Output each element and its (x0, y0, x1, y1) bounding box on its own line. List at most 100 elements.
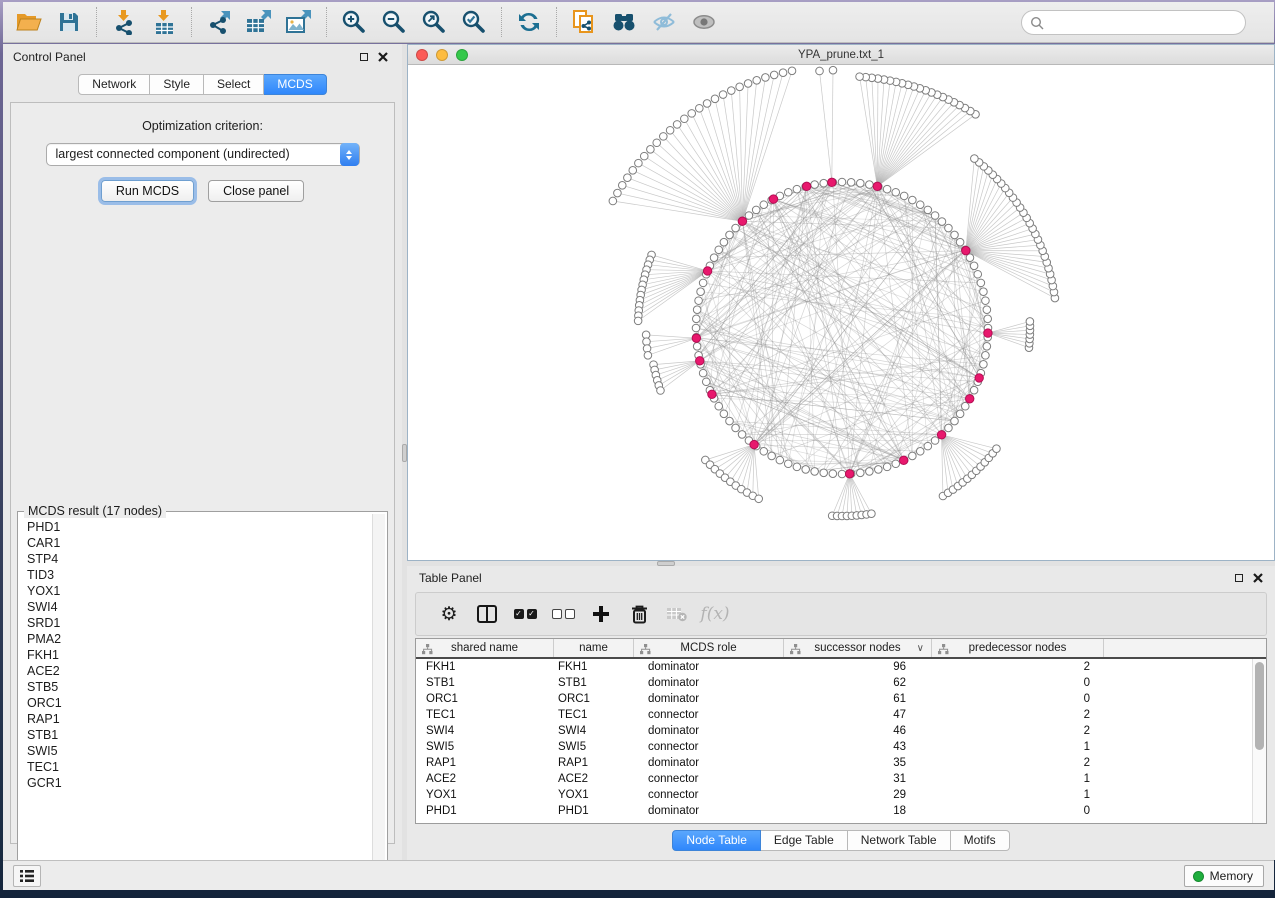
cell-mcds-role[interactable]: connector (634, 787, 784, 803)
cell-successor-nodes[interactable]: 96 (784, 659, 932, 675)
mcds-result-item[interactable]: PMA2 (27, 631, 372, 647)
network-documents-button[interactable] (564, 6, 604, 38)
export-image-button[interactable] (279, 6, 319, 38)
cell-shared-name[interactable]: RAP1 (416, 755, 554, 771)
cell-mcds-role[interactable]: connector (634, 739, 784, 755)
table-header-cell[interactable]: MCDS role (634, 639, 784, 657)
table-tab[interactable]: Node Table (672, 830, 761, 851)
close-panel-icon[interactable] (1253, 573, 1263, 583)
table-row[interactable]: RAP1 RAP1 dominator 35 2 (416, 755, 1252, 771)
mcds-result-item[interactable]: SRD1 (27, 615, 372, 631)
export-table-button[interactable] (239, 6, 279, 38)
cell-mcds-role[interactable]: dominator (634, 675, 784, 691)
network-canvas[interactable] (408, 65, 1274, 560)
cell-name[interactable]: SWI5 (554, 739, 634, 755)
zoom-selected-button[interactable] (454, 6, 494, 38)
float-panel-icon[interactable] (1235, 574, 1243, 582)
cell-predecessor-nodes[interactable]: 1 (932, 739, 1104, 755)
table-row[interactable]: STB1 STB1 dominator 62 0 (416, 675, 1252, 691)
open-file-button[interactable] (9, 6, 49, 38)
cell-predecessor-nodes[interactable]: 2 (932, 707, 1104, 723)
mcds-result-item[interactable]: STB5 (27, 679, 372, 695)
cell-name[interactable]: STB1 (554, 675, 634, 691)
search-binoculars-button[interactable] (604, 6, 644, 38)
select-all-columns-button[interactable]: ✓✓ (506, 596, 544, 632)
cell-mcds-role[interactable]: connector (634, 707, 784, 723)
scrollbar-thumb[interactable] (1255, 662, 1264, 750)
table-header-cell[interactable]: name (554, 639, 634, 657)
table-row[interactable]: SWI4 SWI4 dominator 46 2 (416, 723, 1252, 739)
zoom-in-button[interactable] (334, 6, 374, 38)
export-network-button[interactable] (199, 6, 239, 38)
cell-shared-name[interactable]: FKH1 (416, 659, 554, 675)
cell-name[interactable]: TEC1 (554, 707, 634, 723)
cell-predecessor-nodes[interactable]: 0 (932, 803, 1104, 819)
mcds-result-item[interactable]: SWI4 (27, 599, 372, 615)
search-input[interactable] (1021, 10, 1246, 35)
add-column-button[interactable] (582, 596, 620, 632)
mcds-result-item[interactable]: TEC1 (27, 759, 372, 775)
table-row[interactable]: FKH1 FKH1 dominator 96 2 (416, 659, 1252, 675)
cell-mcds-role[interactable]: dominator (634, 755, 784, 771)
mcds-result-item[interactable]: RAP1 (27, 711, 372, 727)
cell-successor-nodes[interactable]: 29 (784, 787, 932, 803)
control-panel-tab[interactable]: Select (204, 74, 264, 95)
task-history-button[interactable] (13, 865, 41, 887)
cell-shared-name[interactable]: SWI4 (416, 723, 554, 739)
zoom-fit-button[interactable] (414, 6, 454, 38)
mcds-result-item[interactable]: ORC1 (27, 695, 372, 711)
delete-table-button[interactable] (658, 596, 696, 632)
run-mcds-button[interactable]: Run MCDS (101, 180, 194, 202)
table-settings-button[interactable]: ⚙ (430, 596, 468, 632)
table-tab[interactable]: Network Table (848, 830, 951, 851)
control-panel-tab[interactable]: Network (78, 74, 150, 95)
cell-shared-name[interactable]: SWI5 (416, 739, 554, 755)
mcds-result-item[interactable]: STB1 (27, 727, 372, 743)
function-builder-button[interactable]: f(x) (696, 596, 734, 632)
cell-name[interactable]: YOX1 (554, 787, 634, 803)
mcds-list-scrollbar[interactable] (372, 514, 385, 880)
network-view-titlebar[interactable]: YPA_prune.txt_1 (408, 45, 1274, 65)
cell-successor-nodes[interactable]: 43 (784, 739, 932, 755)
cell-mcds-role[interactable]: dominator (634, 691, 784, 707)
cell-name[interactable]: FKH1 (554, 659, 634, 675)
cell-shared-name[interactable]: ACE2 (416, 771, 554, 787)
cell-predecessor-nodes[interactable]: 0 (932, 675, 1104, 691)
control-panel-tab[interactable]: Style (150, 74, 204, 95)
table-row[interactable]: PHD1 PHD1 dominator 18 0 (416, 803, 1252, 819)
delete-column-button[interactable] (620, 596, 658, 632)
zoom-out-button[interactable] (374, 6, 414, 38)
cell-name[interactable]: ORC1 (554, 691, 634, 707)
cell-name[interactable]: SWI4 (554, 723, 634, 739)
table-header-cell[interactable]: successor nodes ∨ (784, 639, 932, 657)
cell-shared-name[interactable]: TEC1 (416, 707, 554, 723)
show-columns-button[interactable] (468, 596, 506, 632)
refresh-view-button[interactable] (509, 6, 549, 38)
cell-mcds-role[interactable]: dominator (634, 659, 784, 675)
table-header-cell[interactable]: shared name (416, 639, 554, 657)
cell-successor-nodes[interactable]: 47 (784, 707, 932, 723)
table-row[interactable]: ACE2 ACE2 connector 31 1 (416, 771, 1252, 787)
cell-mcds-role[interactable]: connector (634, 771, 784, 787)
cell-predecessor-nodes[interactable]: 2 (932, 723, 1104, 739)
table-row[interactable]: YOX1 YOX1 connector 29 1 (416, 787, 1252, 803)
table-scrollbar[interactable] (1252, 659, 1266, 823)
close-panel-icon[interactable] (378, 52, 388, 62)
table-row[interactable]: TEC1 TEC1 connector 47 2 (416, 707, 1252, 723)
table-header-cell[interactable] (1104, 639, 1266, 657)
cell-successor-nodes[interactable]: 35 (784, 755, 932, 771)
deselect-all-columns-button[interactable] (544, 596, 582, 632)
cell-successor-nodes[interactable]: 18 (784, 803, 932, 819)
float-panel-icon[interactable] (360, 53, 368, 61)
cell-shared-name[interactable]: STB1 (416, 675, 554, 691)
show-all-button[interactable] (684, 6, 724, 38)
cell-predecessor-nodes[interactable]: 1 (932, 771, 1104, 787)
cell-mcds-role[interactable]: dominator (634, 723, 784, 739)
mcds-result-item[interactable]: TID3 (27, 567, 372, 583)
table-tab[interactable]: Edge Table (761, 830, 848, 851)
mcds-result-item[interactable]: FKH1 (27, 647, 372, 663)
cell-successor-nodes[interactable]: 31 (784, 771, 932, 787)
cell-predecessor-nodes[interactable]: 2 (932, 659, 1104, 675)
memory-button[interactable]: Memory (1184, 865, 1264, 887)
cell-shared-name[interactable]: YOX1 (416, 787, 554, 803)
